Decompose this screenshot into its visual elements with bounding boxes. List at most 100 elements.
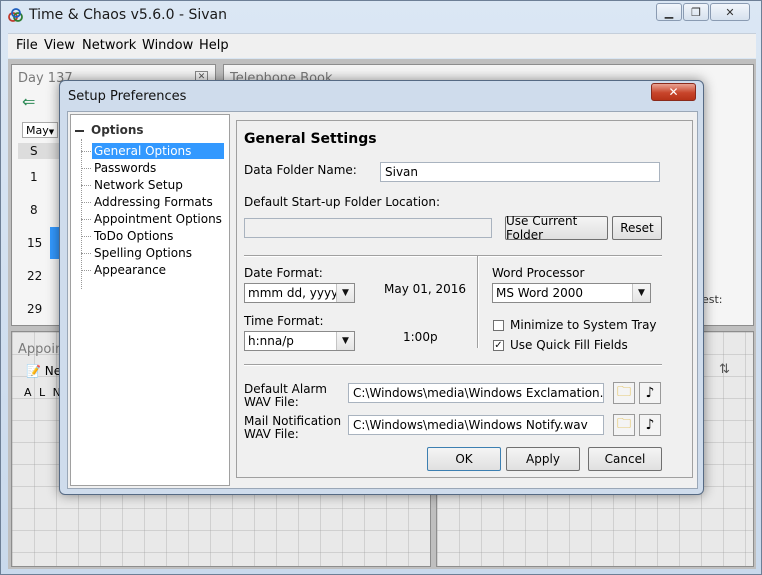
- minimize-icon: ▁: [664, 5, 674, 19]
- tree-item-appearance[interactable]: Appearance: [92, 262, 168, 278]
- menu-window[interactable]: Window: [142, 38, 193, 53]
- dialog-title: Setup Preferences: [68, 89, 187, 104]
- calendar-day[interactable]: 22: [27, 269, 42, 283]
- options-tree: Options General Options Passwords Network …: [70, 114, 230, 486]
- letter-tab-a[interactable]: A: [24, 386, 32, 399]
- mail-play-button[interactable]: ♪: [639, 414, 661, 436]
- minimize-label: Minimize to System Tray: [510, 318, 657, 332]
- dialog-close-button[interactable]: ✕: [651, 83, 696, 101]
- letter-tab-l[interactable]: L: [39, 386, 45, 399]
- letter-tabs: A L N: [24, 386, 61, 399]
- window-title: Time & Chaos v5.6.0 - Sivan: [29, 7, 227, 23]
- mail-label: Mail Notification: [244, 414, 342, 428]
- music-note-icon: ♪: [645, 417, 655, 433]
- tree-item-addressing-formats[interactable]: Addressing Formats: [92, 194, 215, 210]
- ok-button[interactable]: OK: [427, 447, 501, 471]
- use-current-folder-button[interactable]: Use Current Folder: [505, 214, 608, 242]
- weekday-s: S: [30, 144, 38, 158]
- startup-folder-label: Default Start-up Folder Location:: [244, 195, 441, 209]
- tree-line: [81, 185, 91, 186]
- restore-icon: ❐: [691, 5, 701, 19]
- cancel-button[interactable]: Cancel: [588, 447, 662, 471]
- calendar-day[interactable]: 1: [30, 170, 38, 184]
- window-close-button[interactable]: ✕: [710, 3, 750, 21]
- menu-bar: File View Network Window Help: [8, 33, 756, 58]
- apply-button[interactable]: Apply: [506, 447, 580, 471]
- startup-folder-input[interactable]: [244, 218, 492, 238]
- alarm-wav-input[interactable]: C:\Windows\media\Windows Exclamation.wav: [348, 383, 604, 403]
- alarm-label: Default Alarm: [244, 382, 327, 396]
- tree-item-spelling-options[interactable]: Spelling Options: [92, 245, 194, 261]
- time-format-select[interactable]: h:nna/p ▼: [244, 331, 355, 351]
- alarm-label-2: WAV File:: [244, 395, 299, 409]
- title-bar: Time & Chaos v5.6.0 - Sivan ▁ ❐ ✕: [1, 1, 761, 31]
- settings-heading: General Settings: [244, 131, 377, 147]
- tree-line: [81, 168, 91, 169]
- general-settings-panel: General Settings Data Folder Name: Sivan…: [236, 120, 693, 478]
- sort-icon[interactable]: ⇅: [719, 362, 730, 377]
- alarm-browse-button[interactable]: 🗀: [613, 382, 635, 404]
- tree-line: [81, 253, 91, 254]
- mail-browse-button[interactable]: 🗀: [613, 414, 635, 436]
- mail-label-2: WAV File:: [244, 427, 299, 441]
- setup-preferences-dialog: Setup Preferences ✕ Options General Opti…: [59, 80, 704, 495]
- tree-item-todo-options[interactable]: ToDo Options: [92, 228, 175, 244]
- time-format-value: h:nna/p: [248, 334, 294, 348]
- alarm-play-button[interactable]: ♪: [639, 382, 661, 404]
- date-sample: May 01, 2016: [384, 282, 467, 296]
- date-format-label: Date Format:: [244, 266, 323, 280]
- divider: [477, 256, 479, 348]
- calendar-day[interactable]: 29: [27, 302, 42, 316]
- tree-line: [81, 139, 82, 289]
- close-icon: ✕: [668, 85, 679, 99]
- menu-network[interactable]: Network: [82, 38, 136, 53]
- divider: [244, 255, 662, 257]
- tree-item-appointment-options[interactable]: Appointment Options: [92, 211, 224, 227]
- calendar-day[interactable]: 15: [27, 236, 42, 250]
- close-icon: ✕: [725, 5, 735, 19]
- calendar-day[interactable]: 8: [30, 203, 38, 217]
- word-processor-select[interactable]: MS Word 2000 ▼: [492, 283, 651, 303]
- collapse-icon[interactable]: [75, 130, 84, 132]
- tree-item-general-options[interactable]: General Options: [92, 143, 224, 159]
- month-label: May: [26, 124, 49, 137]
- appointments-title: Appoin: [18, 342, 64, 357]
- quickfill-checkbox[interactable]: ✓: [493, 340, 504, 351]
- minimize-checkbox[interactable]: [493, 320, 504, 331]
- folder-icon: 🗀: [617, 384, 631, 400]
- chevron-down-icon: ▼: [336, 332, 354, 350]
- maximize-button[interactable]: ❐: [683, 3, 709, 21]
- app-logo-icon: [8, 8, 23, 22]
- date-format-value: mmm dd, yyyy: [248, 286, 339, 300]
- word-processor-value: MS Word 2000: [496, 286, 583, 300]
- chevron-down-icon: ▼: [336, 284, 354, 302]
- chevron-down-icon: ▼: [632, 284, 650, 302]
- time-format-label: Time Format:: [244, 314, 324, 328]
- minimize-button[interactable]: ▁: [656, 3, 682, 21]
- tree-root-options[interactable]: Options: [91, 123, 144, 137]
- folder-icon: 🗀: [617, 416, 631, 432]
- month-dropdown-icon: ▼: [48, 128, 55, 136]
- menu-file[interactable]: File: [16, 38, 38, 53]
- phonebook-fragment: est:: [702, 293, 723, 306]
- word-processor-label: Word Processor: [492, 266, 585, 280]
- data-folder-input[interactable]: Sivan: [380, 162, 660, 182]
- tree-line: [81, 202, 91, 203]
- menu-view[interactable]: View: [44, 38, 75, 53]
- tree-line: [81, 270, 91, 271]
- month-selector[interactable]: May▼: [22, 122, 58, 138]
- quickfill-label: Use Quick Fill Fields: [510, 338, 628, 352]
- new-icon: 📝: [26, 364, 41, 378]
- tree-item-network-setup[interactable]: Network Setup: [92, 177, 185, 193]
- music-note-icon: ♪: [645, 385, 655, 401]
- checkmark-icon: ✓: [494, 340, 503, 351]
- prev-arrow-icon[interactable]: ⇐: [22, 92, 35, 111]
- tree-item-passwords[interactable]: Passwords: [92, 160, 158, 176]
- menu-help[interactable]: Help: [199, 38, 229, 53]
- new-appointment-button[interactable]: 📝 Ne: [26, 364, 61, 378]
- reset-button[interactable]: Reset: [612, 216, 662, 240]
- mail-wav-input[interactable]: C:\Windows\media\Windows Notify.wav: [348, 415, 604, 435]
- dialog-client: Options General Options Passwords Network …: [67, 111, 698, 489]
- date-format-select[interactable]: mmm dd, yyyy ▼: [244, 283, 355, 303]
- tree-line: [81, 219, 91, 220]
